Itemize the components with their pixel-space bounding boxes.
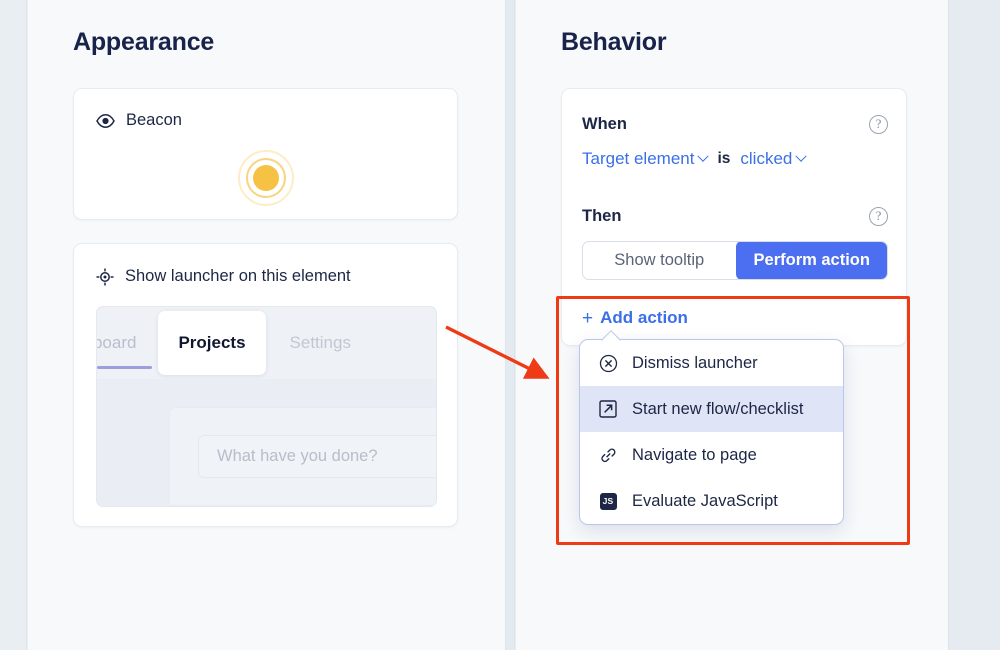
preview-tab-settings[interactable]: Settings <box>284 307 373 379</box>
beacon-card[interactable]: Beacon <box>73 88 458 220</box>
then-help-icon[interactable]: ? <box>869 207 888 226</box>
menu-item-dismiss-launcher[interactable]: Dismiss launcher <box>580 340 843 386</box>
preview-text-input[interactable]: What have you done? <box>198 435 436 478</box>
segment-show-tooltip[interactable]: Show tooltip <box>583 242 736 279</box>
preview-tab-dashboard-label: shboard <box>97 333 137 352</box>
beacon-card-header: Beacon <box>96 111 182 130</box>
chevron-down-icon <box>697 150 710 162</box>
behavior-section-title: Behavior <box>561 28 667 56</box>
condition-connector: is <box>717 150 731 167</box>
preview-panel: What have you done? <box>169 407 436 506</box>
when-row: When ? <box>582 115 888 134</box>
then-label: Then <box>582 207 622 225</box>
js-badge-glyph: JS <box>599 492 617 510</box>
menu-item-label: Dismiss launcher <box>632 353 758 372</box>
crosshair-target-icon <box>96 268 114 286</box>
add-action-label: Add action <box>600 308 688 327</box>
beacon-core <box>252 165 279 191</box>
menu-item-evaluate-javascript[interactable]: JS Evaluate JavaScript <box>580 478 843 524</box>
segment-perform-action[interactable]: Perform action <box>735 242 887 279</box>
preview-tab-settings-label: Settings <box>289 333 351 352</box>
beacon-dot-icon[interactable] <box>237 150 294 206</box>
preview-body: What have you done? <box>97 379 436 506</box>
when-help-icon[interactable]: ? <box>869 115 888 134</box>
preview-tab-bar: shboard Projects Settings <box>97 307 436 379</box>
add-action-button[interactable]: + Add action <box>582 308 688 328</box>
circle-x-icon <box>598 353 618 373</box>
preview-tab-active-underline <box>97 366 153 369</box>
show-launcher-header: Show launcher on this element <box>96 267 351 286</box>
when-label: When <box>582 115 627 133</box>
right-gutter <box>948 0 1000 650</box>
event-dropdown[interactable]: clicked <box>740 149 808 169</box>
target-element-dropdown[interactable]: Target element <box>582 149 710 169</box>
preview-tab-dashboard[interactable]: shboard <box>97 307 158 379</box>
pane-divider <box>505 0 515 650</box>
eye-icon <box>96 113 115 128</box>
menu-item-start-new-flow[interactable]: Start new flow/checklist <box>580 386 843 432</box>
link-chain-icon <box>598 445 618 465</box>
then-row: Then ? <box>582 207 888 226</box>
when-condition-row: Target element is clicked <box>582 149 808 169</box>
chevron-down-icon <box>795 150 808 162</box>
plus-icon: + <box>582 307 594 329</box>
then-mode-segmented-control: Show tooltip Perform action <box>582 241 888 280</box>
arrow-up-right-box-icon <box>598 399 618 419</box>
menu-item-label: Start new flow/checklist <box>632 399 804 418</box>
target-element-preview[interactable]: shboard Projects Settings What have you … <box>96 306 437 507</box>
preview-tab-projects[interactable]: Projects <box>158 311 266 375</box>
settings-editor-shell: Appearance Beacon Show launcher on this … <box>0 0 1000 650</box>
menu-item-label: Navigate to page <box>632 445 757 464</box>
js-badge-icon: JS <box>598 491 618 511</box>
menu-item-navigate-to-page[interactable]: Navigate to page <box>580 432 843 478</box>
beacon-preview <box>74 150 457 206</box>
behavior-rule-card: When ? Target element is clicked Then ? … <box>561 88 907 308</box>
appearance-section-title: Appearance <box>73 28 215 56</box>
event-dropdown-value: clicked <box>740 149 793 168</box>
show-launcher-label: Show launcher on this element <box>125 267 351 285</box>
show-launcher-card[interactable]: Show launcher on this element shboard Pr… <box>73 243 458 527</box>
left-gutter <box>0 0 27 650</box>
preview-tab-projects-label: Projects <box>178 333 246 352</box>
action-type-menu: Dismiss launcher Start new flow/checklis… <box>579 339 844 525</box>
beacon-card-label: Beacon <box>126 111 182 129</box>
menu-item-label: Evaluate JavaScript <box>632 491 778 510</box>
target-element-dropdown-value: Target element <box>582 149 695 168</box>
